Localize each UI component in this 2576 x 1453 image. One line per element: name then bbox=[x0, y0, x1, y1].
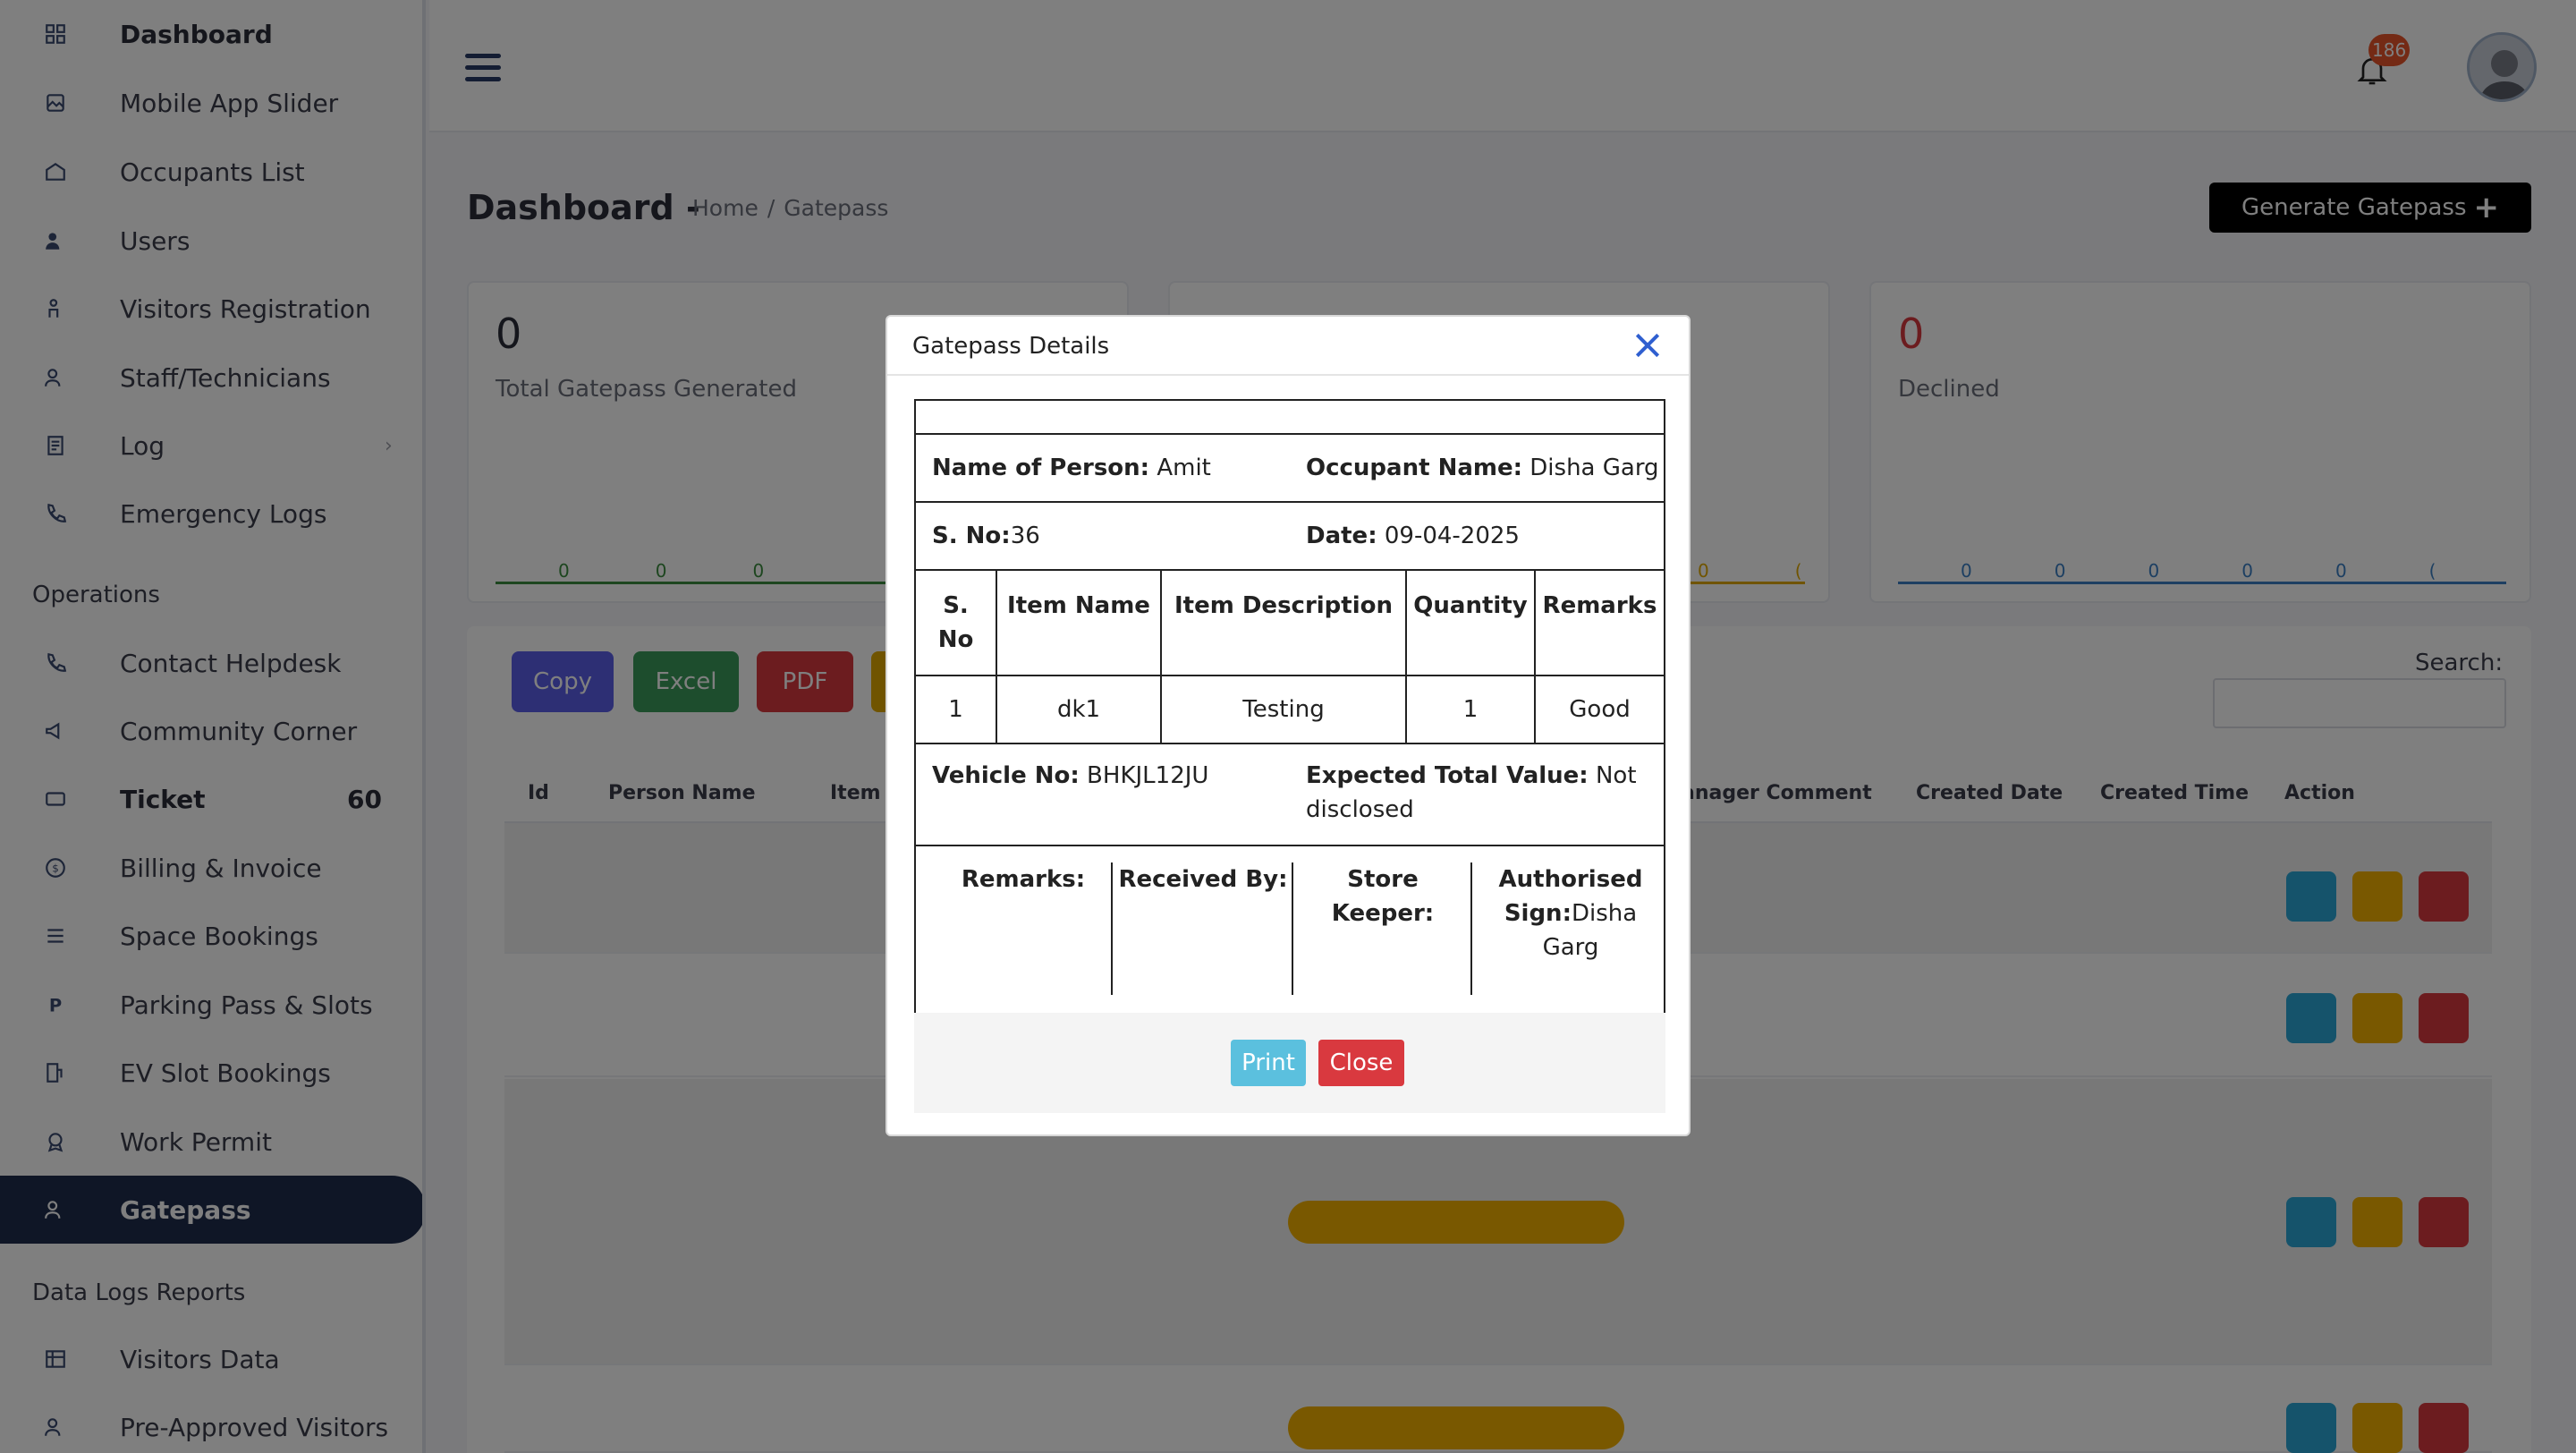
modal-footer: Print Close bbox=[914, 1013, 1665, 1113]
signature-divider bbox=[1111, 862, 1113, 995]
item-quantity: 1 bbox=[1405, 675, 1536, 743]
signature-remarks: Remarks: bbox=[961, 866, 1086, 893]
print-button[interactable]: Print bbox=[1231, 1040, 1306, 1086]
date-field: Date: 09-04-2025 bbox=[1306, 519, 1520, 553]
field-label: Date: bbox=[1306, 523, 1377, 549]
item-description: Testing bbox=[1160, 675, 1407, 743]
signature-authorised: Authorised Sign:Disha Garg bbox=[1481, 862, 1660, 997]
field-label: S. No: bbox=[932, 523, 1011, 549]
vehicle-number: Vehicle No: BHKJL12JU bbox=[932, 759, 1208, 793]
column-header: Quantity bbox=[1405, 571, 1536, 676]
close-icon[interactable] bbox=[1630, 327, 1665, 363]
item-sno: 1 bbox=[916, 675, 997, 743]
gatepass-document: Name of Person: Amit Occupant Name: Dish… bbox=[914, 399, 1665, 1016]
item-remarks: Good bbox=[1534, 675, 1664, 743]
serial-number: S. No:36 bbox=[932, 519, 1040, 553]
field-label: Expected Total Value: bbox=[1306, 762, 1589, 789]
column-header: Item Description bbox=[1160, 571, 1407, 676]
signature-store-keeper: Store Keeper: bbox=[1331, 866, 1435, 927]
vehicle-row: Vehicle No: BHKJL12JU Expected Total Val… bbox=[916, 744, 1664, 846]
items-table: S. No Item Name Item Description Quantit… bbox=[916, 571, 1664, 743]
field-value: Amit bbox=[1149, 455, 1211, 481]
item-row: 1 dk1 Testing 1 Good bbox=[916, 675, 1664, 743]
item-name: dk1 bbox=[996, 675, 1162, 743]
field-label: Name of Person: bbox=[932, 455, 1150, 481]
field-value: BHKJL12JU bbox=[1079, 762, 1209, 789]
field-label: Occupant Name: bbox=[1306, 455, 1523, 481]
modal-divider bbox=[887, 374, 1689, 376]
signature-divider bbox=[1470, 862, 1472, 995]
field-value: 09-04-2025 bbox=[1377, 523, 1520, 549]
signature-row: Remarks: Received By: Store Keeper: Auth… bbox=[916, 846, 1664, 1015]
modal-title: Gatepass Details bbox=[912, 333, 1110, 360]
signature-received-by: Received By: bbox=[1118, 866, 1288, 893]
field-label: Vehicle No: bbox=[932, 762, 1080, 789]
document-header-row bbox=[916, 401, 1664, 435]
serial-date-row: S. No:36 Date: 09-04-2025 bbox=[916, 503, 1664, 571]
name-of-person: Name of Person: Amit bbox=[932, 451, 1211, 485]
column-header: Item Name bbox=[996, 571, 1162, 676]
field-value: 36 bbox=[1010, 523, 1040, 549]
column-header: S. No bbox=[916, 571, 997, 676]
occupant-name: Occupant Name: Disha Garg bbox=[1306, 451, 1659, 485]
column-header: Remarks bbox=[1534, 571, 1664, 676]
expected-total-value: Expected Total Value: Not disclosed bbox=[1306, 759, 1646, 827]
field-value: Disha Garg bbox=[1522, 455, 1659, 481]
close-button[interactable]: Close bbox=[1318, 1040, 1404, 1086]
gatepass-details-modal: Gatepass Details Name of Person: Amit Oc… bbox=[886, 315, 1690, 1136]
person-row: Name of Person: Amit Occupant Name: Dish… bbox=[916, 435, 1664, 503]
items-row: S. No Item Name Item Description Quantit… bbox=[916, 571, 1664, 744]
signature-divider bbox=[1292, 862, 1293, 995]
